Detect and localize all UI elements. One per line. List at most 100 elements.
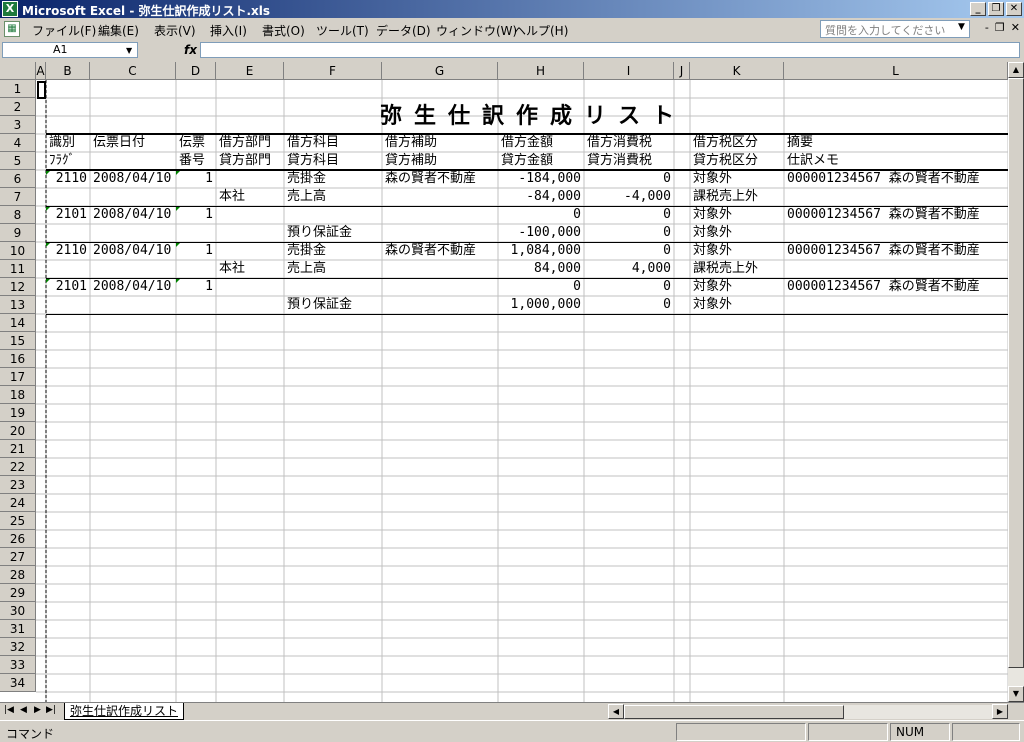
data-cell-account[interactable] xyxy=(284,278,382,296)
data-cell-flag[interactable] xyxy=(46,224,90,242)
row-header-19[interactable]: 19 xyxy=(0,404,36,422)
data-cell-flag[interactable] xyxy=(46,188,90,206)
data-cell-date[interactable] xyxy=(90,188,176,206)
row-header-13[interactable]: 13 xyxy=(0,296,36,314)
data-cell-sub-account[interactable] xyxy=(382,188,498,206)
data-cell-tax[interactable]: -4,000 xyxy=(584,188,674,206)
data-cell-tax[interactable]: 0 xyxy=(584,278,674,296)
sheet-tab[interactable]: 弥生仕訳作成リスト xyxy=(64,703,184,720)
header-cell-amount[interactable]: 貸方金額 xyxy=(498,152,584,170)
close-button[interactable]: ✕ xyxy=(1006,2,1022,16)
data-cell-memo[interactable]: 000001234567 森の賢者不動産 xyxy=(784,170,1008,188)
data-cell-slip-no[interactable] xyxy=(176,188,216,206)
data-cell-account[interactable] xyxy=(284,206,382,224)
data-cell-spacer[interactable] xyxy=(674,260,690,278)
data-cell-memo[interactable]: 000001234567 森の賢者不動産 xyxy=(784,278,1008,296)
row-header-15[interactable]: 15 xyxy=(0,332,36,350)
menu-help[interactable]: ヘルプ(H) xyxy=(514,22,568,39)
chevron-down-icon[interactable]: ▼ xyxy=(126,46,132,55)
data-cell-date[interactable] xyxy=(90,260,176,278)
prev-sheet-button[interactable]: ◀ xyxy=(20,705,27,715)
column-header-i[interactable]: I xyxy=(584,62,674,80)
data-cell-dept[interactable] xyxy=(216,296,284,314)
workbook-close-button[interactable]: ✕ xyxy=(1011,21,1020,34)
data-cell-amount[interactable]: -100,000 xyxy=(498,224,584,242)
data-cell-slip-no[interactable]: 1 xyxy=(176,242,216,260)
menu-insert[interactable]: 挿入(I) xyxy=(210,22,247,39)
column-header-l[interactable]: L xyxy=(784,62,1008,80)
chevron-down-icon[interactable]: ▼ xyxy=(958,22,965,32)
menu-edit[interactable]: 編集(E) xyxy=(98,22,139,39)
data-cell-slip-no[interactable]: 1 xyxy=(176,170,216,188)
data-cell-tax-class[interactable]: 対象外 xyxy=(690,296,784,314)
row-header-20[interactable]: 20 xyxy=(0,422,36,440)
data-cell-slip-no[interactable] xyxy=(176,296,216,314)
header-cell-slip-no[interactable]: 番号 xyxy=(176,152,216,170)
row-header-9[interactable]: 9 xyxy=(0,224,36,242)
data-cell-sub-account[interactable] xyxy=(382,206,498,224)
column-header-f[interactable]: F xyxy=(284,62,382,80)
data-cell-flag[interactable]: 2110 xyxy=(46,242,90,260)
header-cell-tax-class[interactable]: 借方税区分 xyxy=(690,134,784,152)
scroll-right-button[interactable]: ▶ xyxy=(992,704,1008,719)
header-cell-account[interactable]: 貸方科目 xyxy=(284,152,382,170)
menu-format[interactable]: 書式(O) xyxy=(262,22,305,39)
row-header-2[interactable]: 2 xyxy=(0,98,36,116)
data-cell-memo[interactable] xyxy=(784,260,1008,278)
data-cell-account[interactable]: 預り保証金 xyxy=(284,224,382,242)
row-header-12[interactable]: 12 xyxy=(0,278,36,296)
workbook-icon[interactable]: ▦ xyxy=(4,21,20,37)
data-cell-sub-account[interactable] xyxy=(382,260,498,278)
data-cell-account[interactable]: 売上高 xyxy=(284,260,382,278)
row-header-24[interactable]: 24 xyxy=(0,494,36,512)
row-header-31[interactable]: 31 xyxy=(0,620,36,638)
column-header-a[interactable]: A xyxy=(36,62,46,80)
row-header-14[interactable]: 14 xyxy=(0,314,36,332)
data-cell-slip-no[interactable]: 1 xyxy=(176,278,216,296)
scroll-up-button[interactable]: ▲ xyxy=(1008,62,1024,78)
data-cell-flag[interactable] xyxy=(46,260,90,278)
horizontal-scrollbar[interactable]: ◀ ▶ xyxy=(608,704,1008,719)
column-header-j[interactable]: J xyxy=(674,62,690,80)
data-cell-tax[interactable]: 0 xyxy=(584,170,674,188)
row-header-30[interactable]: 30 xyxy=(0,602,36,620)
column-header-h[interactable]: H xyxy=(498,62,584,80)
data-cell-tax-class[interactable]: 対象外 xyxy=(690,278,784,296)
header-cell-dept[interactable]: 貸方部門 xyxy=(216,152,284,170)
data-cell-date[interactable] xyxy=(90,224,176,242)
row-header-33[interactable]: 33 xyxy=(0,656,36,674)
data-cell-amount[interactable]: 0 xyxy=(498,206,584,224)
active-cell-a1[interactable] xyxy=(37,81,46,99)
excel-icon[interactable]: X xyxy=(2,1,18,17)
row-header-5[interactable]: 5 xyxy=(0,152,36,170)
minimize-button[interactable]: _ xyxy=(970,2,986,16)
menu-file[interactable]: ファイル(F) xyxy=(32,22,96,39)
data-cell-sub-account[interactable] xyxy=(382,296,498,314)
data-cell-amount[interactable]: 1,000,000 xyxy=(498,296,584,314)
header-cell-date[interactable]: 伝票日付 xyxy=(90,134,176,152)
data-cell-amount[interactable]: -184,000 xyxy=(498,170,584,188)
data-cell-account[interactable]: 売掛金 xyxy=(284,242,382,260)
header-cell-tax-class[interactable]: 貸方税区分 xyxy=(690,152,784,170)
data-cell-flag[interactable] xyxy=(46,296,90,314)
data-cell-dept[interactable] xyxy=(216,170,284,188)
column-header-d[interactable]: D xyxy=(176,62,216,80)
data-cell-date[interactable]: 2008/04/10 xyxy=(90,242,176,260)
first-sheet-button[interactable]: |◀ xyxy=(4,705,14,715)
data-cell-memo[interactable] xyxy=(784,296,1008,314)
row-header-28[interactable]: 28 xyxy=(0,566,36,584)
data-cell-tax[interactable]: 0 xyxy=(584,242,674,260)
workbook-restore-button[interactable]: ❐ xyxy=(995,21,1005,34)
data-cell-tax-class[interactable]: 対象外 xyxy=(690,206,784,224)
data-cell-dept[interactable] xyxy=(216,206,284,224)
data-cell-tax[interactable]: 0 xyxy=(584,206,674,224)
column-header-b[interactable]: B xyxy=(46,62,90,80)
row-header-16[interactable]: 16 xyxy=(0,350,36,368)
vertical-scrollbar[interactable]: ▲ ▼ xyxy=(1008,62,1024,702)
header-cell-dept[interactable]: 借方部門 xyxy=(216,134,284,152)
row-header-11[interactable]: 11 xyxy=(0,260,36,278)
header-cell-spacer[interactable] xyxy=(674,152,690,170)
data-cell-spacer[interactable] xyxy=(674,206,690,224)
data-cell-sub-account[interactable]: 森の賢者不動産 xyxy=(382,170,498,188)
name-box[interactable]: A1 xyxy=(2,42,138,58)
